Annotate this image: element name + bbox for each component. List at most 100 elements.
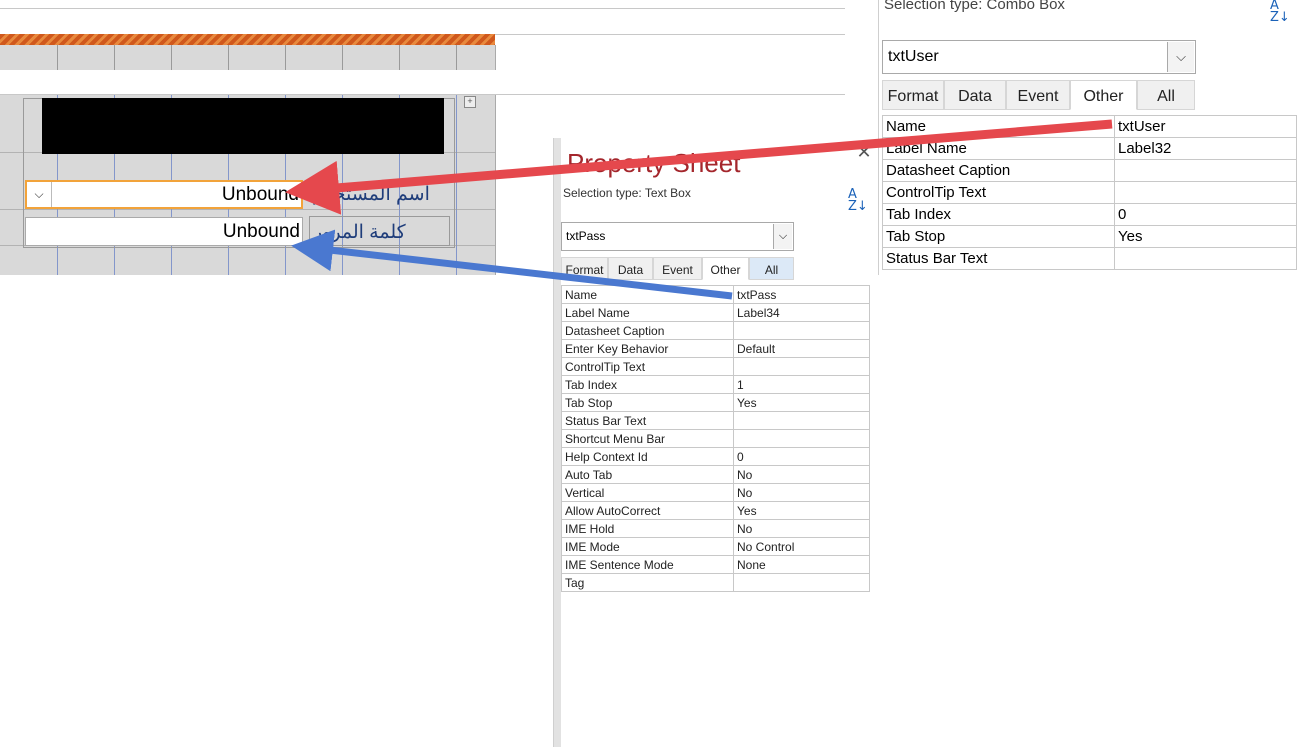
property-name: Status Bar Text	[882, 247, 1115, 270]
property-row[interactable]: Datasheet Caption	[561, 321, 870, 340]
property-sheet-title: Property Sheet	[567, 148, 741, 178]
chevron-down-icon[interactable]: ⌵	[1167, 42, 1194, 72]
property-row[interactable]: Help Context Id 0	[561, 447, 870, 466]
property-row[interactable]: Tab Stop Yes	[882, 225, 1297, 248]
textbox-selection-type: Selection type: Text Box	[563, 186, 691, 200]
property-row[interactable]: Name txtPass	[561, 285, 870, 304]
property-row[interactable]: Datasheet Caption	[882, 159, 1297, 182]
property-row[interactable]: Vertical No	[561, 483, 870, 502]
property-value[interactable]: 0	[1114, 203, 1297, 226]
property-row[interactable]: Tag	[561, 573, 870, 592]
property-value[interactable]: 0	[733, 447, 870, 466]
property-value[interactable]: Yes	[1114, 225, 1297, 248]
tab-event[interactable]: Event	[1006, 80, 1070, 110]
tab-data[interactable]: Data	[944, 80, 1006, 110]
sort-az-icon[interactable]: A Z↓	[1270, 0, 1290, 24]
property-row[interactable]: Enter Key Behavior Default	[561, 339, 870, 358]
property-value[interactable]	[733, 411, 870, 430]
property-value[interactable]	[733, 321, 870, 340]
pass-label-box[interactable]: كلمة المرور	[309, 216, 450, 246]
property-name: Status Bar Text	[561, 411, 734, 430]
user-combo-box[interactable]: ⌵ Unbound	[25, 180, 303, 209]
tab-all[interactable]: All	[1137, 80, 1195, 110]
property-value[interactable]: No	[733, 519, 870, 538]
page-header-section[interactable]	[0, 45, 496, 70]
redacted-area	[42, 98, 444, 154]
property-row[interactable]: Tab Stop Yes	[561, 393, 870, 412]
close-icon[interactable]: ✕	[855, 143, 873, 161]
pass-text-value: Unbound	[222, 221, 300, 242]
textbox-properties-table: Name txtPass Label Name Label34 Datasheet Ca…	[561, 285, 870, 592]
property-value[interactable]	[1114, 159, 1297, 182]
sort-az-icon[interactable]: A Z↓	[848, 188, 868, 213]
combo-properties-table: Name txtUser Label Name Label32 Datasheet Ca…	[882, 115, 1297, 270]
property-value[interactable]: 1	[733, 375, 870, 394]
property-value[interactable]: No Control	[733, 537, 870, 556]
tab-data[interactable]: Data	[608, 257, 653, 280]
tab-format[interactable]: Format	[882, 80, 944, 110]
tab-format[interactable]: Format	[561, 257, 608, 280]
property-name: IME Mode	[561, 537, 734, 556]
property-name: Auto Tab	[561, 465, 734, 484]
property-name: ControlTip Text	[561, 357, 734, 376]
pass-text-box[interactable]: Unbound	[25, 217, 303, 246]
property-name: Tab Index	[561, 375, 734, 394]
property-row[interactable]: ControlTip Text	[882, 181, 1297, 204]
property-value[interactable]	[733, 573, 870, 592]
property-name: ControlTip Text	[882, 181, 1115, 204]
property-row[interactable]: Status Bar Text	[882, 247, 1297, 270]
property-row[interactable]: IME Mode No Control	[561, 537, 870, 556]
property-name: Enter Key Behavior	[561, 339, 734, 358]
property-row[interactable]: Name txtUser	[882, 115, 1297, 138]
property-name: IME Sentence Mode	[561, 555, 734, 574]
property-name: IME Hold	[561, 519, 734, 538]
textbox-object-selector[interactable]: txtPass ⌵	[561, 222, 794, 251]
property-row[interactable]: Tab Index 0	[882, 203, 1297, 226]
combo-selection-type: Selection type: Combo Box	[884, 0, 1065, 13]
property-value[interactable]	[1114, 247, 1297, 270]
property-row[interactable]: Tab Index 1	[561, 375, 870, 394]
move-handle-icon[interactable]: +	[464, 96, 476, 108]
property-row[interactable]: Auto Tab No	[561, 465, 870, 484]
property-row[interactable]: ControlTip Text	[561, 357, 870, 376]
tab-other[interactable]: Other	[702, 257, 749, 280]
tab-event[interactable]: Event	[653, 257, 702, 280]
combo-object-selector[interactable]: txtUser ⌵	[882, 40, 1196, 74]
property-name: Tab Index	[882, 203, 1115, 226]
property-value[interactable]: Label32	[1114, 137, 1297, 160]
property-row[interactable]: Label Name Label34	[561, 303, 870, 322]
property-row[interactable]: IME Hold No	[561, 519, 870, 538]
tab-other[interactable]: Other	[1070, 80, 1137, 110]
property-row[interactable]: Shortcut Menu Bar	[561, 429, 870, 448]
property-value[interactable]: None	[733, 555, 870, 574]
property-value[interactable]: No	[733, 465, 870, 484]
property-row[interactable]: IME Sentence Mode None	[561, 555, 870, 574]
property-value[interactable]: No	[733, 483, 870, 502]
property-value[interactable]: txtPass	[733, 285, 870, 304]
property-name: Tag	[561, 573, 734, 592]
property-value[interactable]: Yes	[733, 501, 870, 520]
property-name: Datasheet Caption	[882, 159, 1115, 182]
property-name: Shortcut Menu Bar	[561, 429, 734, 448]
property-row[interactable]: Allow AutoCorrect Yes	[561, 501, 870, 520]
chevron-down-icon[interactable]: ⌵	[27, 182, 52, 207]
property-value[interactable]: Label34	[733, 303, 870, 322]
property-value[interactable]	[733, 357, 870, 376]
textbox-object-value: txtPass	[566, 229, 606, 243]
property-name: Datasheet Caption	[561, 321, 734, 340]
property-value[interactable]: Yes	[733, 393, 870, 412]
property-value[interactable]: txtUser	[1114, 115, 1297, 138]
property-value[interactable]	[1114, 181, 1297, 204]
textbox-tab-strip: Format Data Event Other All	[561, 257, 794, 280]
property-value[interactable]: Default	[733, 339, 870, 358]
property-row[interactable]: Status Bar Text	[561, 411, 870, 430]
user-label[interactable]: اسم المستخدم	[312, 183, 430, 206]
property-name: Allow AutoCorrect	[561, 501, 734, 520]
tab-all[interactable]: All	[749, 257, 794, 280]
property-row[interactable]: Label Name Label32	[882, 137, 1297, 160]
chevron-down-icon[interactable]: ⌵	[773, 224, 792, 249]
property-name: Tab Stop	[882, 225, 1115, 248]
property-name: Name	[561, 285, 734, 304]
form-header-bar[interactable]	[0, 34, 495, 45]
property-value[interactable]	[733, 429, 870, 448]
